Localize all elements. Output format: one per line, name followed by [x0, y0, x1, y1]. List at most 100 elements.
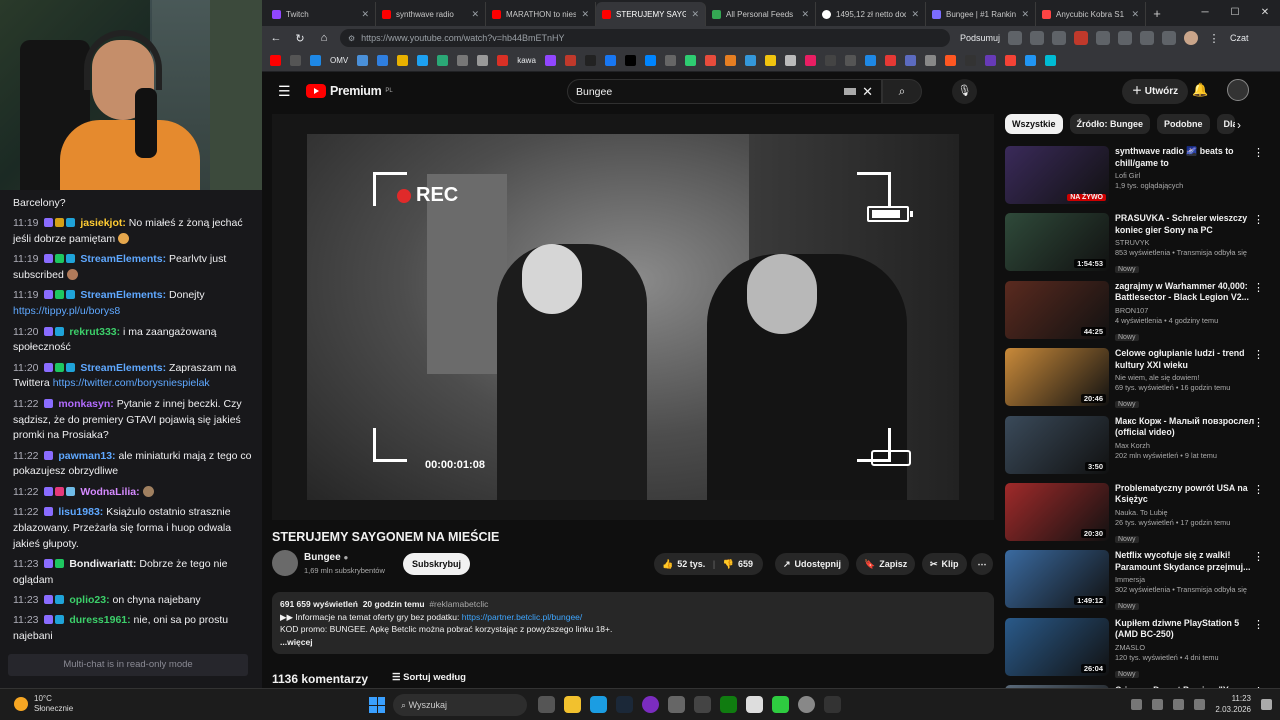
hashtag-link[interactable]: #reklamabetclic — [429, 599, 488, 609]
tab-feeds[interactable]: All Personal Feeds ✕ — [706, 2, 816, 26]
more-vert-icon[interactable]: ⋮ — [1253, 348, 1264, 361]
like-button[interactable]: 👍 52 tys. — [662, 559, 705, 569]
bookmark-icon[interactable] — [904, 55, 916, 66]
copilot-chat-button[interactable]: Czat — [1230, 33, 1249, 43]
description-link[interactable]: https://partner.betclic.pl/bungee/ — [462, 612, 583, 622]
bookmark-icon[interactable] — [664, 55, 676, 66]
edge-icon[interactable] — [590, 696, 607, 713]
related-video-item[interactable]: 20:46 Celowe ogłupianie ludzi - trend kul… — [1005, 348, 1275, 415]
close-icon[interactable]: ✕ — [1021, 9, 1029, 20]
terminal-icon[interactable] — [694, 696, 711, 713]
bookmark-icon[interactable] — [624, 55, 636, 66]
bookmark-icon[interactable] — [564, 55, 576, 66]
related-video-title[interactable]: Netflix wycofuje się z walki! Paramount … — [1115, 550, 1260, 573]
extension-icon[interactable] — [1008, 31, 1023, 45]
video-thumbnail[interactable]: 1:49:12 — [1005, 550, 1109, 609]
bookmark-kawa[interactable]: kawa — [517, 56, 536, 65]
bookmark-icon[interactable] — [584, 55, 596, 66]
bookmark-icon[interactable] — [457, 55, 469, 66]
video-thumbnail[interactable]: 44:25 — [1005, 280, 1109, 339]
related-video-title[interactable]: Problematyczny powrót USA na Księżyc — [1115, 483, 1260, 506]
bookmark-icon[interactable] — [844, 55, 856, 66]
bookmark-icon[interactable] — [944, 55, 956, 66]
back-icon[interactable]: ← — [268, 32, 284, 44]
extensions-puzzle-icon[interactable] — [1162, 31, 1177, 45]
taskbar-search[interactable]: ⌕ Wyszukaj — [393, 694, 527, 716]
bookmark-icon[interactable] — [744, 55, 756, 66]
close-icon[interactable]: ✕ — [691, 9, 699, 20]
related-video-title[interactable]: zagrajmy w Warhammer 40,000: Battlesecto… — [1115, 281, 1260, 304]
bookmark-icon[interactable] — [417, 55, 429, 66]
battery-tray-icon[interactable] — [1194, 698, 1206, 710]
bookmark-icon[interactable] — [437, 55, 449, 66]
close-icon[interactable]: ✕ — [801, 9, 809, 20]
bookmark-icon[interactable] — [964, 55, 976, 66]
video-thumbnail[interactable]: NA ŻYWO — [1005, 146, 1109, 204]
more-vert-icon[interactable]: ⋮ — [1253, 281, 1264, 294]
more-vert-icon[interactable]: ⋮ — [1253, 550, 1264, 563]
start-windows-icon[interactable] — [369, 697, 385, 713]
more-vert-icon[interactable]: ⋮ — [1253, 483, 1264, 496]
bookmark-omv[interactable]: OMV — [330, 56, 348, 65]
bookmark-icon[interactable] — [884, 55, 896, 66]
related-channel-name[interactable]: ZMASLO — [1115, 643, 1260, 653]
voice-search-button[interactable]: 🎙 — [952, 79, 977, 104]
more-vert-icon[interactable]: ⋮ — [1253, 213, 1264, 226]
related-channel-name[interactable]: Max Korzh — [1115, 441, 1260, 451]
site-info-icon[interactable]: ⚙ — [348, 34, 355, 43]
bookmark-icon[interactable] — [544, 55, 556, 66]
account-avatar[interactable] — [1227, 79, 1249, 101]
bookmark-icon[interactable] — [824, 55, 836, 66]
search-input[interactable]: Bungee ✕ — [567, 79, 882, 104]
related-video-title[interactable]: Celowe ogłupianie ludzi - trend kultury … — [1115, 348, 1260, 371]
chat-username[interactable]: StreamElements: — [80, 253, 166, 265]
related-video-item[interactable]: 1:54:53 PRASUVKA - Schreier wieszczy koni… — [1005, 213, 1275, 280]
url-field[interactable]: ⚙ https://www.youtube.com/watch?v=hb44Bm… — [340, 29, 950, 47]
menu-dots-icon[interactable]: ⋮ — [1206, 32, 1222, 45]
close-icon[interactable]: ✕ — [911, 9, 919, 20]
extension-icon[interactable] — [1140, 31, 1155, 45]
weather-widget[interactable]: 10°C Słonecznie — [14, 694, 73, 714]
extension-icon[interactable] — [1096, 31, 1111, 45]
file-explorer-icon[interactable] — [564, 696, 581, 713]
chat-link[interactable]: https://tippy.pl/u/borys8 — [13, 305, 120, 317]
tab-price[interactable]: 1495,12 zł netto doda ✕ — [816, 2, 926, 26]
video-player[interactable]: REC 00:00:01:08 — [272, 114, 994, 520]
share-button[interactable]: ↗ Udostępnij — [775, 553, 850, 575]
bookmark-icon[interactable] — [604, 55, 616, 66]
bookmark-icon[interactable] — [270, 55, 281, 66]
new-tab-button[interactable]: + — [1146, 2, 1168, 26]
related-channel-name[interactable]: BRON107 — [1115, 306, 1260, 316]
search-button[interactable]: ⌕ — [882, 79, 922, 104]
more-vert-icon[interactable]: ⋮ — [1253, 618, 1264, 631]
related-channel-name[interactable]: Lofi Girl — [1115, 171, 1260, 181]
related-video-item[interactable]: 20:30 Problematyczny powrót USA na Księży… — [1005, 482, 1275, 550]
chip-for-you[interactable]: Dla — [1216, 114, 1235, 134]
chat-username[interactable]: StreamElements: — [80, 289, 166, 301]
keyboard-icon[interactable] — [844, 88, 857, 95]
app-icon[interactable] — [668, 696, 685, 713]
channel-name[interactable]: Bungee ● — [304, 552, 348, 563]
tab-anycubic[interactable]: Anycubic Kobra S1 Co ✕ — [1036, 2, 1146, 26]
chip-source[interactable]: Źródło: Bungee — [1069, 114, 1151, 134]
tab-marathon[interactable]: MARATHON to niesten ✕ — [486, 2, 596, 26]
related-video-title[interactable]: Макс Корж - Малый повзрослел (official v… — [1115, 416, 1260, 439]
bookmark-icon[interactable] — [1004, 55, 1016, 66]
video-thumbnail[interactable]: 26:04 — [1005, 617, 1109, 676]
app-icon[interactable] — [798, 696, 815, 713]
chat-username[interactable]: monkasyn: — [58, 398, 113, 410]
show-more-button[interactable]: ...więcej — [280, 637, 313, 647]
chip-all[interactable]: Wszystkie — [1005, 114, 1063, 134]
reload-icon[interactable]: ↻ — [292, 32, 308, 45]
bookmark-icon[interactable] — [357, 55, 369, 66]
chat-link[interactable]: https://twitter.com/borysniespielak — [53, 377, 210, 389]
minimize-icon[interactable]: ─ — [1190, 0, 1220, 26]
chat-username[interactable]: oplio23: — [69, 594, 109, 606]
bookmark-icon[interactable] — [497, 55, 509, 66]
tray-chevron-icon[interactable] — [1131, 698, 1143, 710]
chat-username[interactable]: Bondiwariatt: — [69, 558, 136, 570]
chat-username[interactable]: duress1961: — [69, 614, 130, 626]
notifications-bell-icon[interactable]: 🔔 — [1192, 82, 1208, 98]
chat-username[interactable]: StreamElements: — [80, 362, 166, 374]
related-video-item[interactable]: 26:04 Kupiłem dziwne PlayStation 5 (AMD B… — [1005, 617, 1275, 685]
